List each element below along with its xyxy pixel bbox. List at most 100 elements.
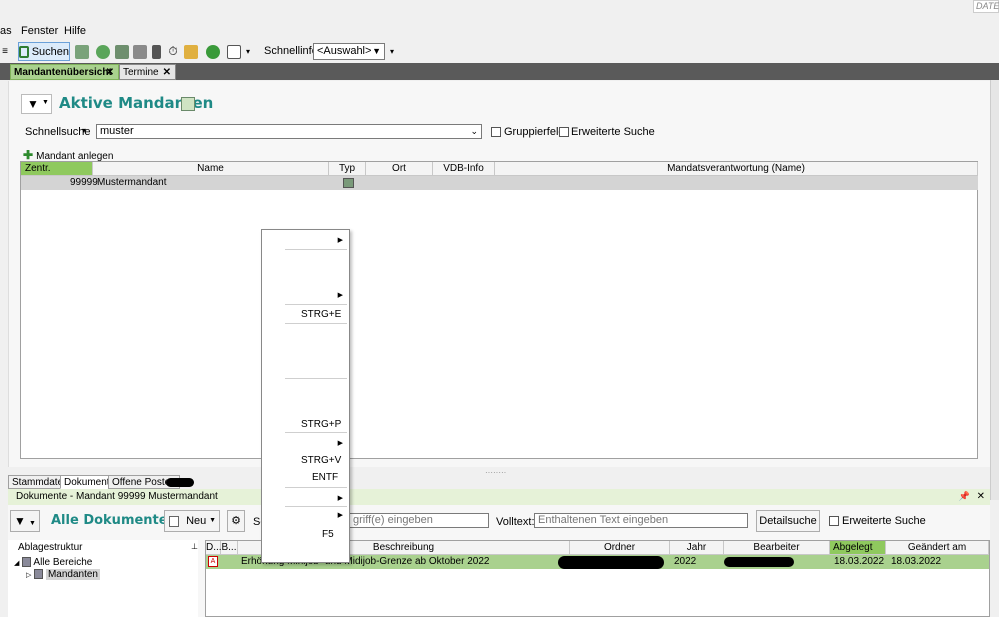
- stamp-icon[interactable]: [115, 42, 129, 61]
- close-icon[interactable]: ✕: [106, 65, 114, 80]
- phone-icon[interactable]: [150, 42, 162, 61]
- submenu-arrow-icon: ▶: [337, 512, 343, 519]
- column-header-mandatsverantwortung[interactable]: Mandatsverantwortung (Name): [495, 162, 978, 176]
- group-field-label: Gruppierfeld: [504, 126, 565, 138]
- menu-separator: [285, 304, 347, 305]
- context-menu-item[interactable]: ▶: [262, 434, 349, 452]
- column-header-name[interactable]: Name: [93, 162, 329, 176]
- context-menu-item-delete[interactable]: ENTF: [262, 470, 349, 486]
- submenu-arrow-icon: ▶: [337, 292, 343, 299]
- redaction-mark: [724, 557, 794, 567]
- menu-item-extras[interactable]: as: [0, 25, 12, 37]
- context-menu-item[interactable]: ▶: [262, 286, 349, 304]
- context-menu-item[interactable]: ▶: [262, 507, 349, 523]
- chevron-down-icon: ▼: [29, 520, 36, 527]
- help-icon[interactable]: [206, 42, 220, 61]
- table-row[interactable]: 99999 Mustermandant: [21, 176, 978, 190]
- detail-search-button[interactable]: Detailsuche: [756, 510, 820, 532]
- menu-separator: [285, 487, 347, 488]
- menu-item-hilfe[interactable]: Hilfe: [64, 25, 86, 37]
- menu-item-fenster[interactable]: Fenster: [21, 25, 58, 37]
- quicksearch-value: muster: [100, 125, 134, 137]
- pin-icon[interactable]: 📌: [959, 489, 970, 504]
- context-menu-item-edit[interactable]: STRG+E: [262, 306, 349, 322]
- add-mandant-button[interactable]: ✚ Mandant anlegen: [23, 148, 113, 162]
- menubar: as Fenster Hilfe DATE: [0, 0, 999, 40]
- column-header-jahr[interactable]: Jahr: [670, 541, 724, 555]
- column-header-b[interactable]: B...: [221, 541, 238, 555]
- shortcut-label: F5: [322, 529, 334, 540]
- new-button-label: Neu: [186, 515, 207, 527]
- row-changed-date: 18.03.2022: [891, 556, 942, 567]
- refresh-icon[interactable]: [96, 42, 110, 61]
- column-header-geaendert-am[interactable]: Geändert am: [886, 541, 989, 555]
- context-menu-item[interactable]: ▶: [262, 489, 349, 505]
- chevron-down-icon[interactable]: ▾: [82, 126, 86, 135]
- tab-mandantenuebersicht[interactable]: Mandantenübersicht ✕: [10, 64, 119, 80]
- fulltext-input[interactable]: Enthaltenen Text eingeben: [534, 513, 748, 528]
- pin-icon[interactable]: ⊥: [191, 542, 198, 551]
- quicksearch-input[interactable]: muster ⌄: [96, 124, 482, 139]
- date-label: DATE: [973, 0, 999, 13]
- column-header-vdb-info[interactable]: VDB-Info: [433, 162, 495, 176]
- row-year: 2022: [674, 556, 697, 567]
- filter-button[interactable]: ▼ ▼: [21, 94, 52, 114]
- column-header-ort[interactable]: Ort: [366, 162, 433, 176]
- tree-header: Ablagestruktur: [18, 542, 83, 553]
- column-header-typ[interactable]: Typ: [329, 162, 366, 176]
- tree-item-mandanten[interactable]: ▷ Mandanten: [26, 569, 100, 580]
- mandanten-table: Zentr. Mandant ▲ Name Typ Ort VDB-Info M…: [20, 161, 978, 459]
- context-menu-item-print[interactable]: STRG+P: [262, 415, 349, 431]
- documents-header-label: Dokumente - Mandant 99999 Mustermandant: [16, 491, 218, 502]
- quickinfo-select[interactable]: <Auswahl> ▼: [313, 43, 385, 60]
- document-search-input[interactable]: griff(e) eingeben: [349, 513, 489, 528]
- shortcut-label: STRG+E: [301, 309, 342, 320]
- close-icon[interactable]: ✕: [977, 489, 985, 504]
- mandanten-panel: ▼ ▼ Aktive Mandanten Schnellsuche ▾ must…: [8, 81, 990, 467]
- new-button[interactable]: Neu ▼: [164, 510, 220, 532]
- column-header-abgelegt-am[interactable]: Abgelegt am ▼: [830, 541, 886, 566]
- column-header-ordner[interactable]: Ordner: [570, 541, 670, 555]
- menu-separator: [285, 249, 347, 250]
- document-icon[interactable]: [133, 42, 147, 61]
- context-menu-item-refresh[interactable]: F5: [262, 525, 349, 541]
- list-icon[interactable]: ≡: [0, 42, 10, 61]
- shortcut-label: STRG+V: [301, 455, 342, 466]
- search-button[interactable]: Suchen: [18, 42, 70, 61]
- filter-button[interactable]: ▼ ▼: [10, 510, 40, 532]
- group-field-checkbox[interactable]: [491, 127, 501, 137]
- menu-separator: [285, 323, 347, 324]
- column-header-zentr-mandant[interactable]: Zentr. Mandant ▲: [21, 162, 93, 187]
- quicksearch-label: Schnellsuche: [25, 126, 91, 138]
- plus-icon: ✚: [23, 148, 34, 162]
- scan-icon: ⚙: [231, 515, 241, 527]
- clock-icon[interactable]: ⏱: [166, 42, 180, 61]
- document-tabbar: Mandantenübersicht ✕ Termine ✕: [0, 63, 999, 80]
- tab-termine[interactable]: Termine ✕: [119, 64, 176, 80]
- context-menu-item-paste[interactable]: STRG+V: [262, 452, 349, 468]
- scan-button[interactable]: ⚙: [227, 510, 245, 532]
- column-header-d[interactable]: D...: [206, 541, 222, 555]
- chevron-down-icon[interactable]: ▾: [244, 42, 252, 61]
- extended-search-checkbox[interactable]: [559, 127, 569, 137]
- folder-tree: Ablagestruktur ⊥ ◢ Alle Bereiche ▷ Manda…: [8, 540, 198, 617]
- folder-icon[interactable]: [184, 42, 198, 61]
- right-scrollbar[interactable]: [990, 80, 999, 500]
- column-header-bearbeiter[interactable]: Bearbeiter: [724, 541, 830, 555]
- calculator-icon[interactable]: [75, 42, 89, 61]
- toolbar: ≡ Suchen ⏱ ▾ Schnellinfo: <Auswahl> ▼ ▾: [0, 40, 999, 63]
- shortcut-label: STRG+P: [301, 419, 342, 430]
- close-icon[interactable]: ✕: [163, 65, 171, 80]
- chevron-down-icon[interactable]: ▾: [388, 42, 396, 61]
- documents-header: Dokumente - Mandant 99999 Mustermandant …: [8, 489, 990, 505]
- tree-item-alle-bereiche[interactable]: ◢ Alle Bereiche: [14, 557, 92, 568]
- lex-icon[interactable]: [227, 42, 241, 61]
- client-type-icon: [343, 178, 354, 188]
- extended-search-checkbox[interactable]: [829, 516, 839, 526]
- quickinfo-value: <Auswahl>: [317, 45, 372, 57]
- table-settings-icon[interactable]: [181, 97, 195, 111]
- menu-separator: [285, 378, 347, 379]
- context-menu-item[interactable]: ▶: [262, 231, 349, 249]
- filter-icon: ▼: [14, 514, 26, 528]
- chevron-down-icon: ▼: [42, 99, 49, 106]
